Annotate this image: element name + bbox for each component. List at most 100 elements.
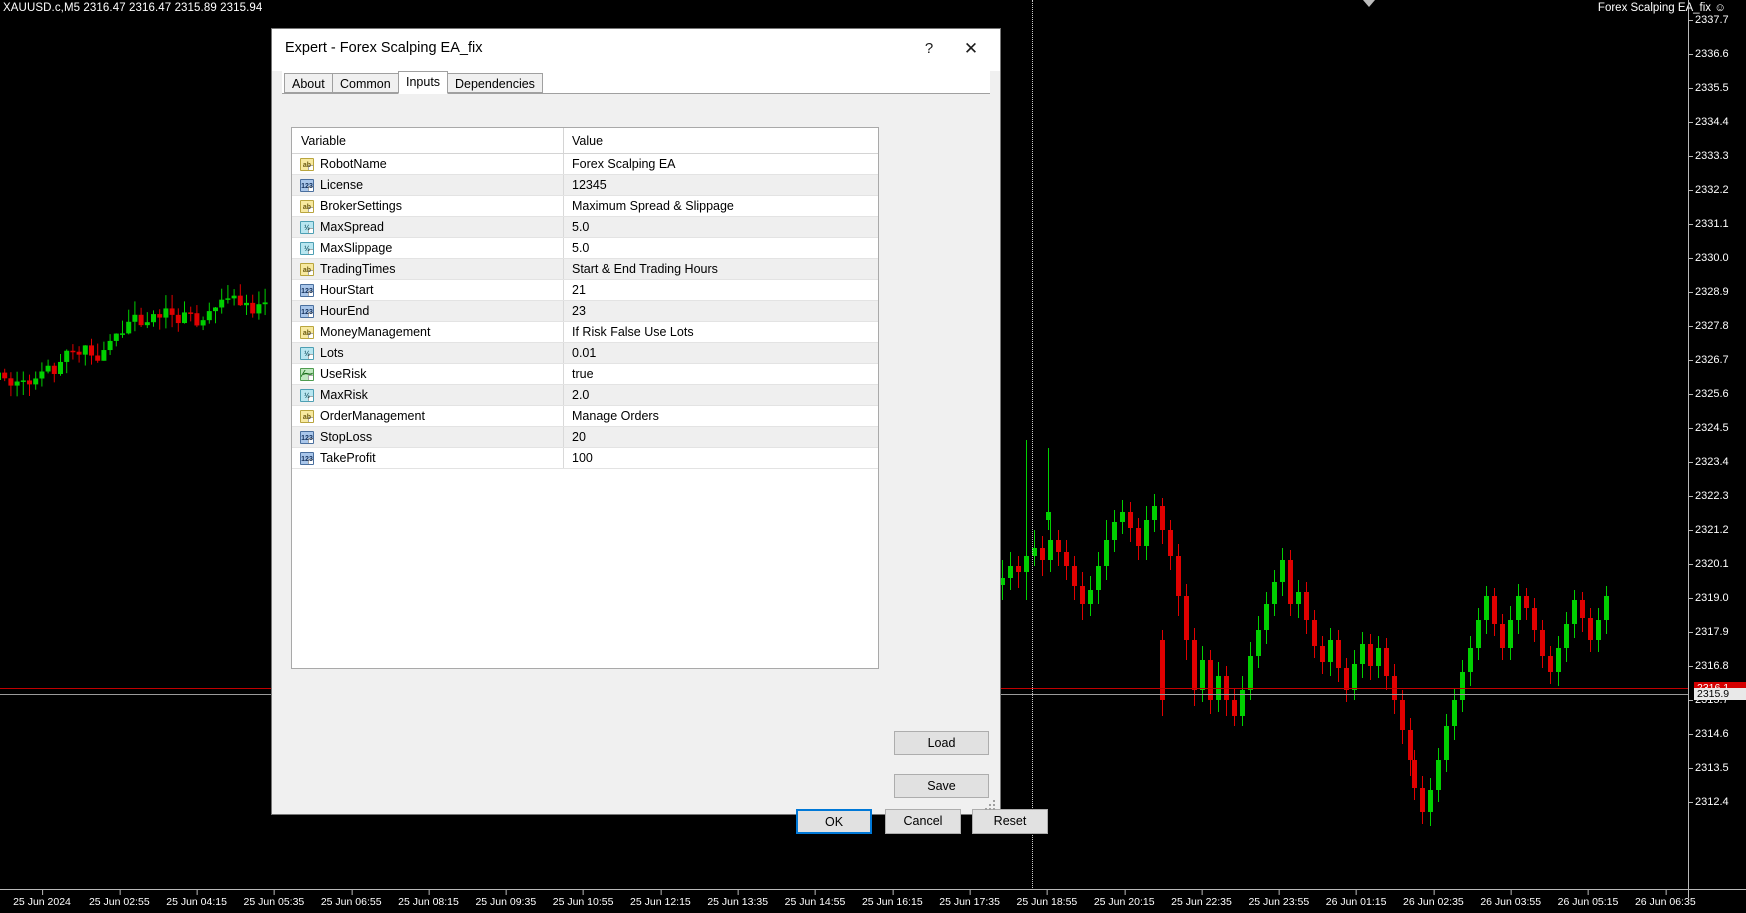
help-icon[interactable]: ? [913,35,945,63]
string-type-icon: ab [300,409,314,423]
cell-value[interactable]: Manage Orders [563,405,878,427]
cell-variable: 123 License [292,174,564,196]
cell-variable: ½ MaxSpread [292,216,564,238]
table-row[interactable]: 123 TakeProfit 100 [292,447,878,469]
cell-variable: ⁄⁓ UseRisk [292,363,564,385]
variable-name: TakeProfit [320,451,376,465]
price-tick-label: 2332.2 [1689,184,1729,196]
time-tick-label: 25 Jun 2024 [13,890,71,908]
time-tick-label: 25 Jun 20:15 [1093,890,1155,908]
tab-dependencies[interactable]: Dependencies [447,73,543,93]
cell-variable: ab OrderManagement [292,405,564,427]
price-tick-label: 2335.5 [1689,82,1729,94]
close-icon[interactable]: ✕ [955,35,987,63]
time-tick-label: 25 Jun 05:35 [243,890,305,908]
time-tick-label: 25 Jun 06:55 [320,890,382,908]
variable-name: HourStart [320,283,374,297]
dialog-titlebar[interactable]: Expert - Forex Scalping EA_fix ? ✕ [272,29,1000,71]
cell-value[interactable]: 5.0 [563,237,878,259]
price-tick-label: 2319.0 [1689,592,1729,604]
save-button[interactable]: Save [894,774,989,798]
variable-name: MoneyManagement [320,325,431,339]
time-tick-label: 25 Jun 09:35 [475,890,537,908]
variable-name: RobotName [320,157,387,171]
time-axis[interactable]: 25 Jun 2024 25 Jun 02:55 25 Jun 04:15 25 Ju… [0,889,1746,913]
price-tick-label: 2324.5 [1689,422,1729,434]
price-tick-label: 2328.9 [1689,286,1729,298]
time-tick-label: 25 Jun 08:15 [398,890,459,908]
reset-button[interactable]: Reset [972,809,1048,834]
price-tick-label: 2327.8 [1689,320,1729,332]
time-tick-label: 25 Jun 02:55 [88,890,150,908]
table-row[interactable]: 123 HourEnd 23 [292,300,878,322]
table-row[interactable]: 123 HourStart 21 [292,279,878,301]
time-tick-label: 26 Jun 05:15 [1557,890,1619,908]
variable-name: OrderManagement [320,409,425,423]
cell-value[interactable]: 23 [563,300,878,322]
time-tick-label: 25 Jun 18:55 [1016,890,1078,908]
load-button[interactable]: Load [894,731,989,755]
time-tick-label: 26 Jun 06:35 [1634,890,1696,908]
cell-variable: 123 TakeProfit [292,447,564,469]
cell-variable: ab TradingTimes [292,258,564,280]
table-row[interactable]: ab MoneyManagement If Risk False Use Lots [292,321,878,343]
cell-value[interactable]: 2.0 [563,384,878,406]
cell-value[interactable]: 100 [563,447,878,469]
cell-value[interactable]: If Risk False Use Lots [563,321,878,343]
cell-value[interactable]: 20 [563,426,878,448]
chart-caret-marker [1363,0,1375,7]
table-row[interactable]: ½ MaxSpread 5.0 [292,216,878,238]
cell-value[interactable]: 5.0 [563,216,878,238]
double-type-icon: ½ [300,241,314,255]
cancel-button[interactable]: Cancel [885,809,961,834]
price-tick-label: 2316.8 [1689,660,1729,672]
variable-name: MaxRisk [320,388,368,402]
table-row[interactable]: ab RobotName Forex Scalping EA [292,153,878,175]
resize-grip[interactable] [985,800,997,812]
tab-about[interactable]: About [284,73,333,93]
price-tick-label: 2312.4 [1689,796,1729,808]
table-row[interactable]: ½ Lots 0.01 [292,342,878,364]
column-header-variable[interactable]: Variable [292,128,564,154]
time-tick-label: 25 Jun 22:35 [1171,890,1232,908]
cell-value[interactable]: Start & End Trading Hours [563,258,878,280]
ok-button[interactable]: OK [796,809,872,834]
string-type-icon: ab [300,325,314,339]
tab-common[interactable]: Common [332,73,399,93]
tab-inputs[interactable]: Inputs [398,71,449,94]
cell-value[interactable]: 12345 [563,174,878,196]
table-row[interactable]: ½ MaxSlippage 5.0 [292,237,878,259]
table-row[interactable]: ½ MaxRisk 2.0 [292,384,878,406]
inputs-table: Variable Value ab RobotName Forex Scalping… [292,128,878,469]
column-header-value[interactable]: Value [563,128,878,154]
cell-value[interactable]: Forex Scalping EA [563,153,878,175]
cell-value[interactable]: 21 [563,279,878,301]
inputs-panel: Variable Value ab RobotName Forex Scalping… [291,127,879,669]
price-axis[interactable]: 2316.1 2315.9 2337.72336.62335.52334.423… [1688,0,1746,898]
price-tick-label: 2321.2 [1689,524,1729,536]
variable-name: MaxSlippage [320,241,393,255]
time-tick-label: 25 Jun 14:55 [784,890,846,908]
cell-value[interactable]: Maximum Spread & Slippage [563,195,878,217]
table-row[interactable]: ab TradingTimes Start & End Trading Hours [292,258,878,280]
table-row[interactable]: ab BrokerSettings Maximum Spread & Slippag… [292,195,878,217]
cell-value[interactable]: true [563,363,878,385]
price-tick-label: 2322.3 [1689,490,1729,502]
cell-variable: ½ MaxRisk [292,384,564,406]
price-tick-label: 2330.0 [1689,252,1729,264]
table-row[interactable]: 123 License 12345 [292,174,878,196]
time-tick-label: 25 Jun 23:55 [1248,890,1310,908]
price-tick-label: 2333.3 [1689,150,1729,162]
time-tick-label: 25 Jun 04:15 [166,890,227,908]
cell-value[interactable]: 0.01 [563,342,878,364]
ask-price-tag: 2315.9 [1694,687,1746,700]
price-tick-label: 2337.7 [1689,14,1729,26]
time-tick-label: 25 Jun 16:15 [861,890,923,908]
variable-name: BrokerSettings [320,199,402,213]
table-row[interactable]: ⁄⁓ UseRisk true [292,363,878,385]
table-row[interactable]: ab OrderManagement Manage Orders [292,405,878,427]
variable-name: MaxSpread [320,220,384,234]
variable-name: HourEnd [320,304,370,318]
table-row[interactable]: 123 StopLoss 20 [292,426,878,448]
time-tick-label: 25 Jun 17:35 [939,890,1000,908]
